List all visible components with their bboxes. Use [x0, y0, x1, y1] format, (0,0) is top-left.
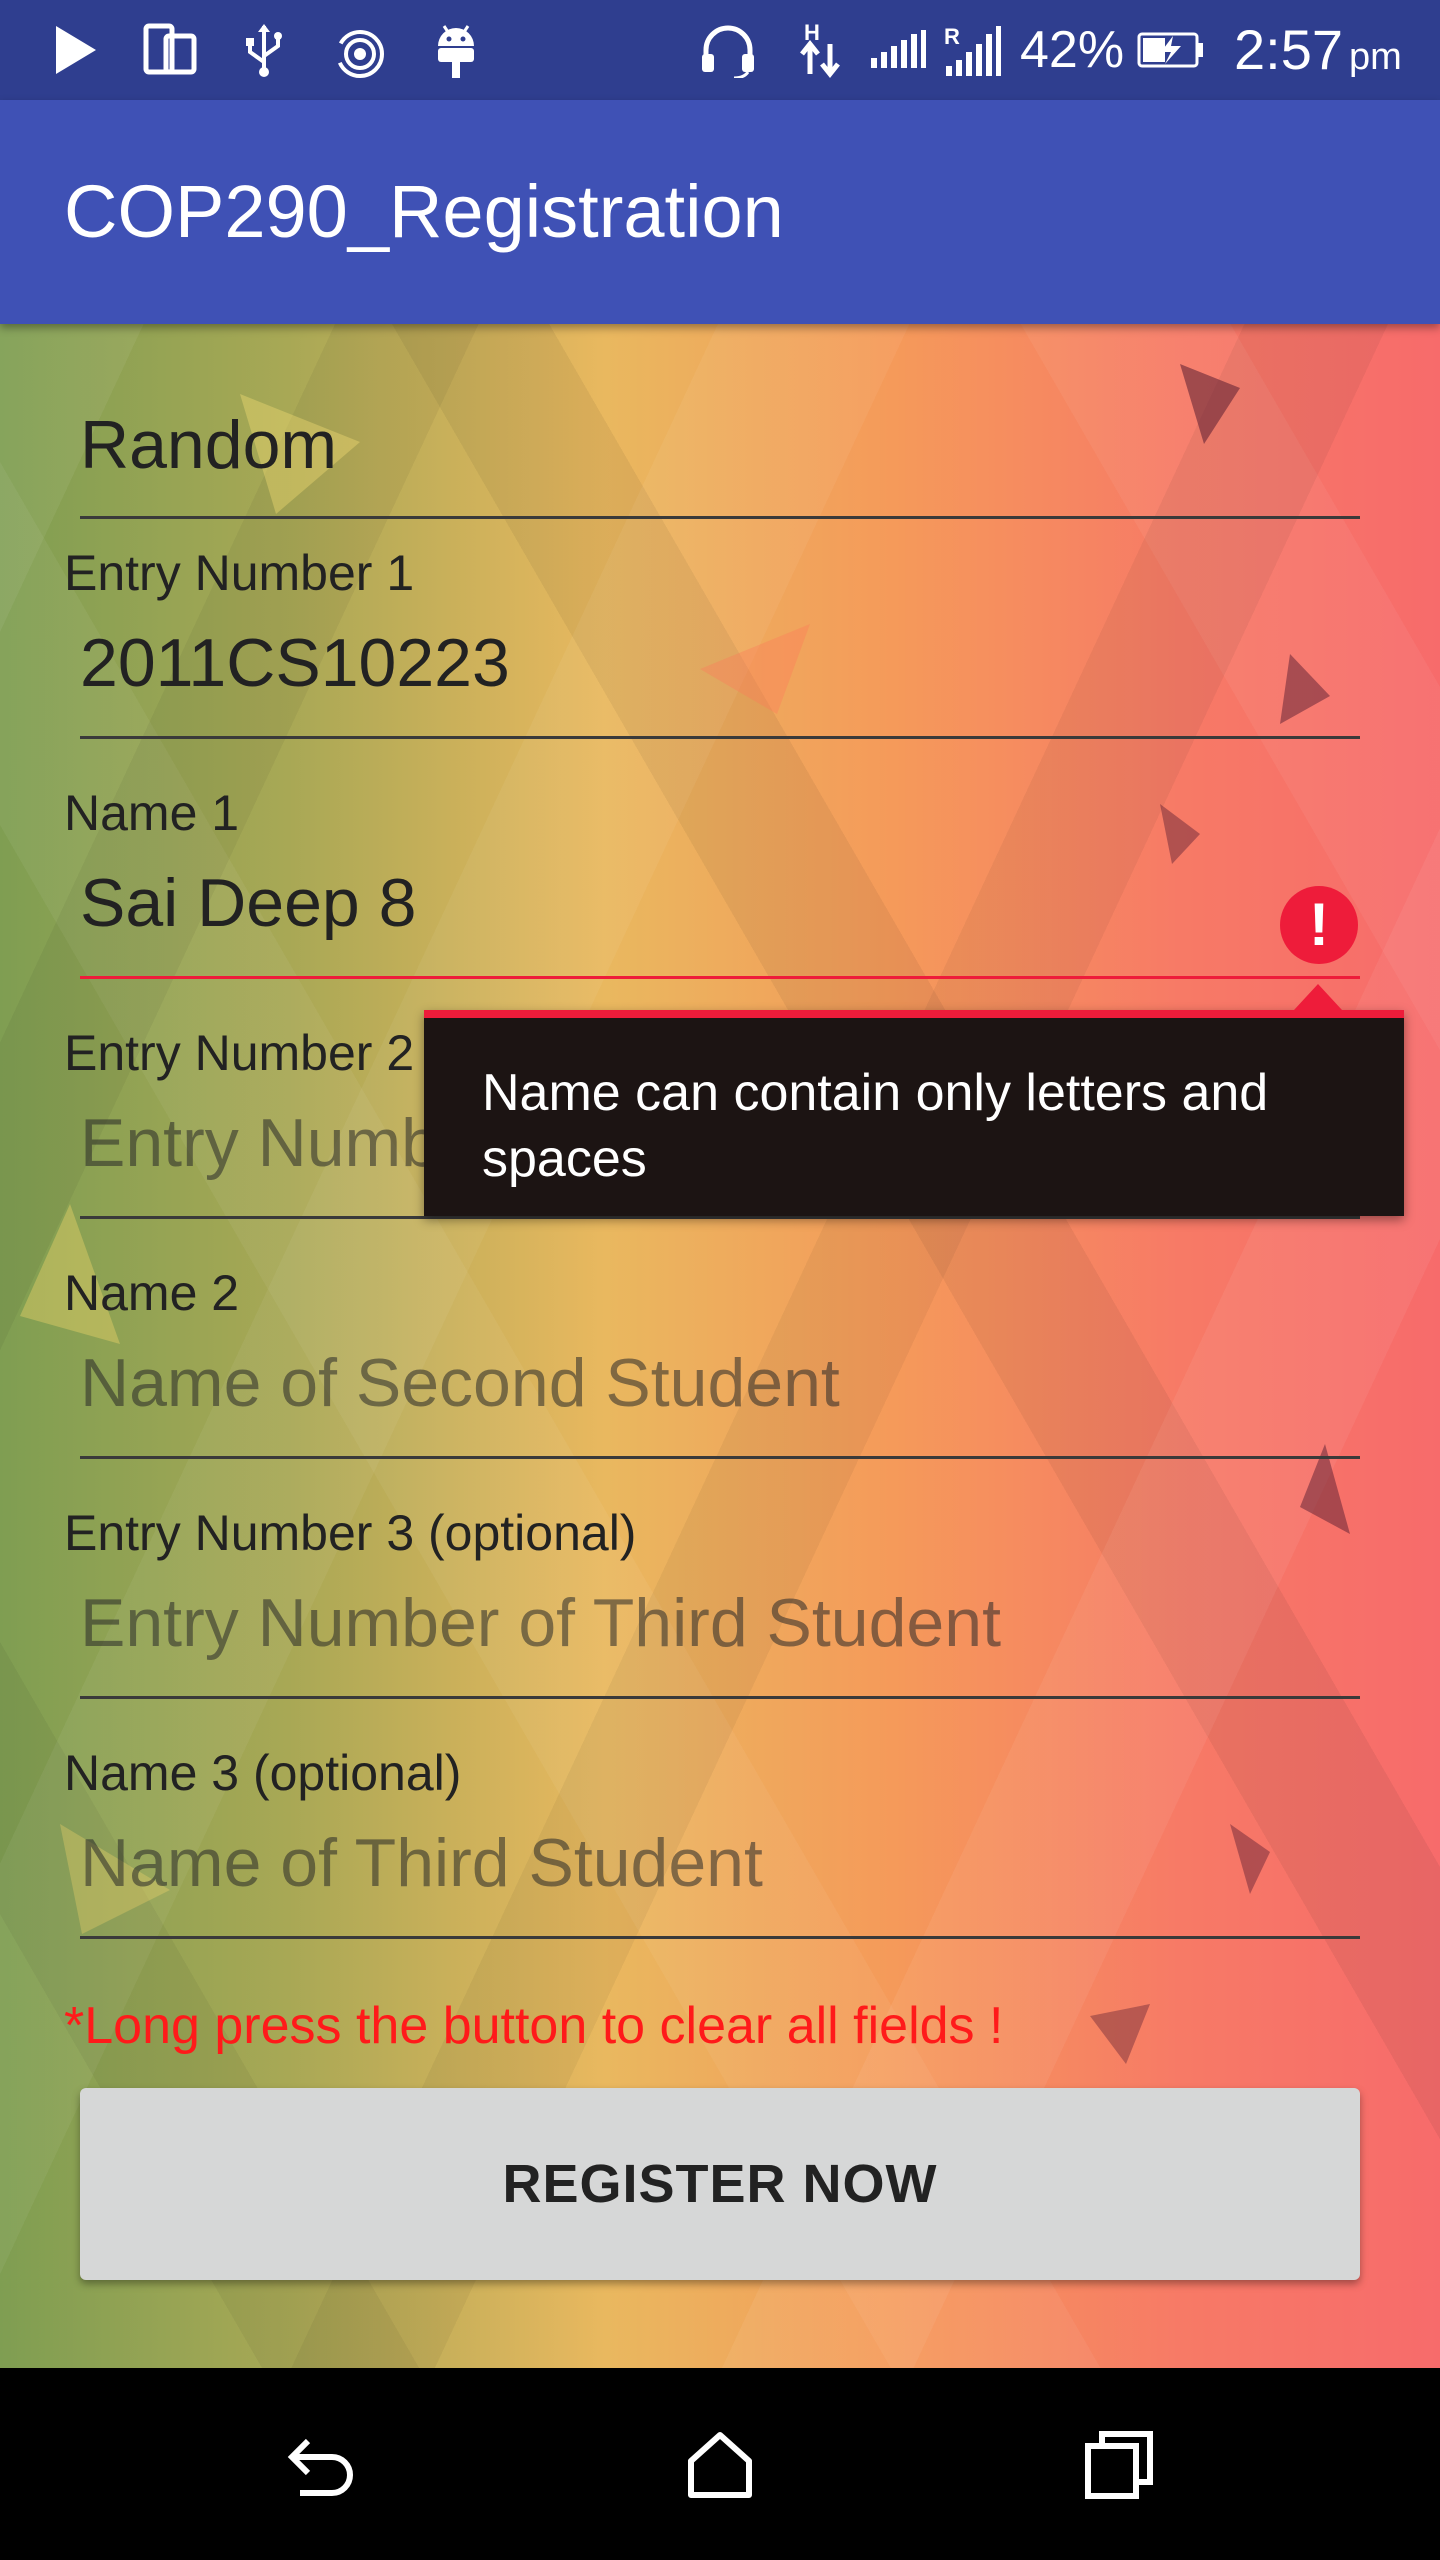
- svg-text:R: R: [944, 24, 960, 49]
- entry-number-1-input[interactable]: [80, 608, 1360, 718]
- error-icon[interactable]: !: [1280, 886, 1358, 964]
- svg-text:H: H: [804, 20, 820, 45]
- navigation-bar: [0, 2368, 1440, 2560]
- field-underline: [80, 1216, 1360, 1219]
- usb-icon: [236, 22, 292, 78]
- clock-time: 2:57: [1234, 18, 1343, 81]
- app-bar: COP290_Registration: [0, 100, 1440, 324]
- status-bar: H R 42% 2:57 pm: [0, 0, 1440, 100]
- clock: 2:57 pm: [1234, 20, 1402, 80]
- name-3-label: Name 3 (optional): [64, 1745, 462, 1801]
- back-icon[interactable]: [270, 2414, 370, 2514]
- name-3-input[interactable]: [80, 1808, 1360, 1918]
- field-underline: [80, 1456, 1360, 1459]
- app-title: COP290_Registration: [64, 170, 784, 253]
- battery-percent: 42%: [1020, 21, 1125, 79]
- team-name-field: [64, 324, 1360, 524]
- field-underline: [80, 1696, 1360, 1699]
- field-underline: [80, 1936, 1360, 1939]
- form-container: Entry Number 1 Name 1 Entry Number 2 Nam…: [0, 324, 1440, 2368]
- field-underline-error: [80, 976, 1360, 979]
- device-icon: [140, 22, 200, 78]
- name-1-field: Name 1: [64, 784, 1360, 1004]
- clear-fields-hint: *Long press the button to clear all fiel…: [64, 1997, 1004, 2055]
- entry-number-2-label: Entry Number 2: [64, 1025, 415, 1081]
- entry-number-3-field: Entry Number 3 (optional): [64, 1504, 1360, 1724]
- error-message: Name can contain only letters and spaces: [482, 1064, 1269, 1188]
- team-name-input[interactable]: [80, 390, 1360, 500]
- name-1-label: Name 1: [64, 785, 240, 841]
- signal-icon: [868, 22, 928, 78]
- name-2-input[interactable]: [80, 1328, 1360, 1438]
- error-tooltip: Name can contain only letters and spaces: [424, 984, 1404, 1216]
- entry-number-1-label: Entry Number 1: [64, 545, 415, 601]
- background-shard: [1090, 2004, 1150, 2064]
- register-now-button[interactable]: REGISTER NOW: [80, 2088, 1360, 2280]
- entry-number-1-field: Entry Number 1: [64, 544, 1360, 764]
- play-icon: [48, 22, 104, 78]
- entry-number-3-label: Entry Number 3 (optional): [64, 1505, 637, 1561]
- name-2-field: Name 2: [64, 1264, 1360, 1484]
- field-underline: [80, 516, 1360, 519]
- roaming-signal-icon: R: [940, 22, 1004, 78]
- home-icon[interactable]: [670, 2414, 770, 2514]
- name-2-label: Name 2: [64, 1265, 240, 1321]
- android-icon: [428, 22, 484, 78]
- hotspot-icon: [330, 22, 390, 78]
- battery-charging-icon: [1136, 22, 1206, 78]
- entry-number-3-input[interactable]: [80, 1568, 1360, 1678]
- h-data-icon: H: [796, 20, 846, 79]
- name-3-field: Name 3 (optional): [64, 1744, 1360, 1964]
- headset-icon: [696, 22, 760, 78]
- recents-icon[interactable]: [1070, 2414, 1170, 2514]
- name-1-input[interactable]: [80, 848, 1360, 958]
- field-underline: [80, 736, 1360, 739]
- clock-ampm: pm: [1349, 36, 1402, 78]
